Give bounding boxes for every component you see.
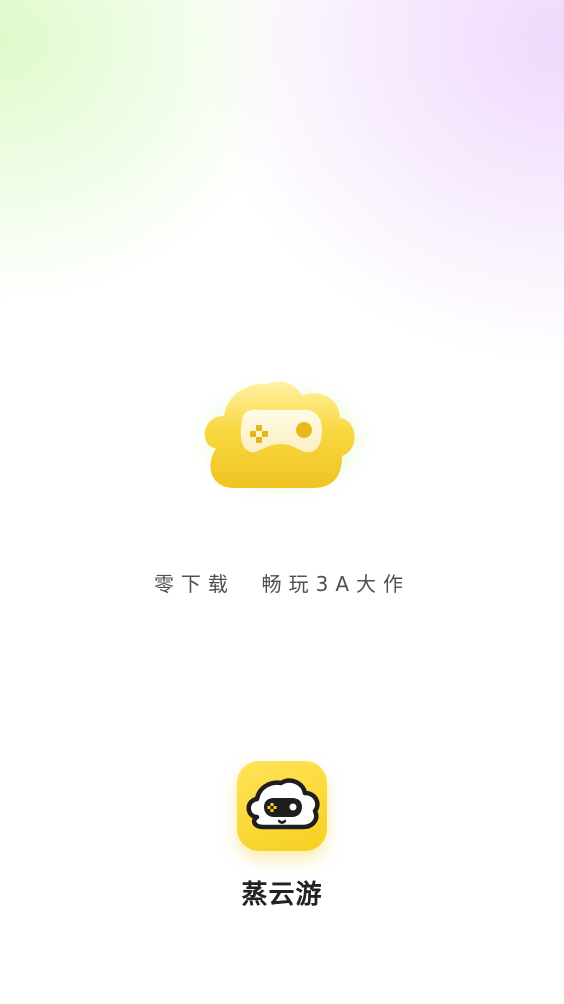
app-icon: [237, 761, 327, 851]
app-logo-cloud-icon: [246, 778, 320, 830]
cloud-gamepad-icon: [204, 381, 355, 488]
slogan-text: 零下载 畅玩3A大作: [153, 572, 411, 596]
hero-illustration: [182, 360, 382, 520]
app-name: 蒸云游: [241, 880, 323, 910]
